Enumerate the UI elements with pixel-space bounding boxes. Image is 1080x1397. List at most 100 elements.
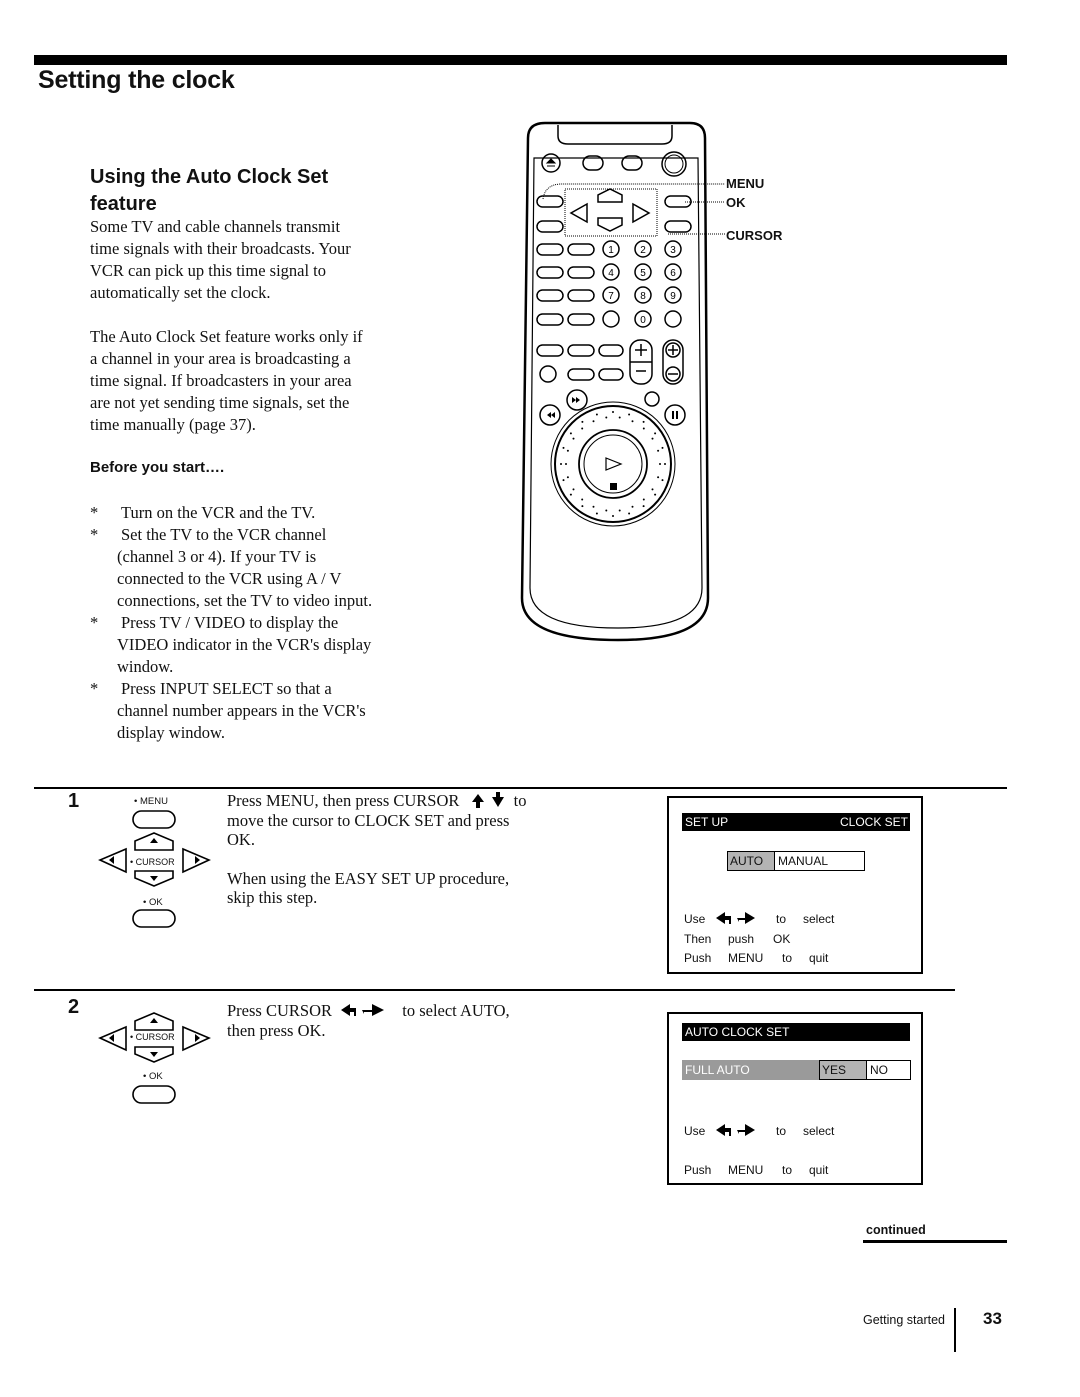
section-name: Getting started <box>863 1313 945 1327</box>
bullet-marker: * <box>90 503 99 522</box>
option-auto[interactable]: AUTO <box>728 852 775 870</box>
menu-callout-label: MENU <box>726 176 765 191</box>
jog-dot <box>569 493 572 496</box>
ok-button-label: • OK <box>143 1071 163 1082</box>
list-item: * Turn on the VCR and the TV. <box>90 503 316 522</box>
list-item: * Set the TV to the VCR channel (channel… <box>90 525 373 610</box>
footer-divider <box>954 1308 956 1352</box>
cursor-button-label: • CURSOR <box>130 857 175 867</box>
jog-dot <box>654 432 657 435</box>
key-label: 9 <box>670 291 676 302</box>
intro-line: VCR can pick up this time signal to <box>90 261 327 280</box>
jog-dot <box>618 416 621 419</box>
continued-label: continued <box>866 1223 926 1237</box>
note-line: are not yet sending time signals, set th… <box>90 393 350 412</box>
screen-header: AUTO CLOCK SET <box>682 1023 910 1041</box>
jog-dot <box>628 413 631 416</box>
menu-button-label: • MENU <box>134 796 168 807</box>
tv-screen-clock-set: SET UP CLOCK SET AUTO MANUAL Use to sele… <box>667 796 923 974</box>
page-number: 33 <box>983 1309 1002 1328</box>
option-yes[interactable]: YES <box>820 1061 867 1079</box>
note-line: time signal. If broadcasters in your are… <box>90 371 352 390</box>
tv-screen-auto-clock-set: AUTO CLOCK SET FULL AUTO YES NO Use to s… <box>667 1012 923 1185</box>
ok-button-icon <box>132 1085 176 1104</box>
jog-dot <box>612 411 614 413</box>
prerequisite-list: * Turn on the VCR and the TV. * Set the … <box>90 502 410 744</box>
menu-callout-line <box>542 183 725 200</box>
step-1-rule <box>34 787 1007 789</box>
jog-dot <box>569 432 572 435</box>
note-paragraph: The Auto Clock Set feature works only if… <box>90 326 400 436</box>
pause-button <box>664 404 686 426</box>
ok-callout-label: OK <box>726 195 746 210</box>
note-line: a channel in your area is broadcasting a <box>90 349 351 368</box>
cursor-callout-label: CURSOR <box>726 228 783 243</box>
jog-dots <box>560 411 666 517</box>
cursor-button-label: • CURSOR <box>130 1032 175 1042</box>
option-no[interactable]: NO <box>867 1061 888 1079</box>
minus-button <box>598 368 624 381</box>
callout-lines <box>542 183 725 235</box>
intro-line: time signals with their broadcasts. Your <box>90 239 351 258</box>
remote-window <box>557 125 673 145</box>
ok-button-label: • OK <box>143 897 163 908</box>
jog-dot <box>657 449 660 452</box>
option-manual[interactable]: MANUAL <box>775 852 828 870</box>
key-label: 1 <box>608 245 614 256</box>
jog-dot <box>605 509 608 512</box>
ok-button-icon <box>132 909 176 928</box>
stop-icon <box>610 483 617 490</box>
jog-outer-ring <box>550 401 676 527</box>
next-button <box>567 266 595 279</box>
before-you-start-heading: Before you start…. <box>90 459 225 476</box>
step-2-button-diagram <box>98 1012 211 1104</box>
bullet-marker: * <box>90 525 99 544</box>
jog-dot <box>631 420 634 423</box>
jog-dot <box>664 463 666 465</box>
jog-dot <box>562 446 565 449</box>
header-rule <box>34 55 1007 65</box>
jog-dot <box>605 416 608 419</box>
jog-dot <box>565 463 567 465</box>
list-item: * Press TV / VIDEO to display the VIDEO … <box>90 613 372 676</box>
full-auto-selector[interactable]: YES NO <box>819 1060 911 1080</box>
jog-dot <box>566 449 569 452</box>
jog-dot <box>651 488 654 491</box>
step-1-instructions: Press MENU, then press CURSOR to move th… <box>227 791 527 907</box>
play-icon <box>605 457 623 471</box>
key-label: 2 <box>640 245 646 256</box>
jog-dot <box>642 427 645 430</box>
intro-paragraph: Some TV and cable channels transmit time… <box>90 216 400 304</box>
key-label: 8 <box>640 291 646 302</box>
step-1-button-diagram <box>98 810 211 928</box>
prev-button <box>536 266 564 279</box>
step-number: 1 <box>68 790 80 812</box>
jog-dot <box>661 479 664 482</box>
screen-header: SET UP CLOCK SET <box>682 813 910 831</box>
eject-icon <box>545 158 557 167</box>
step-number: 2 <box>68 996 80 1018</box>
key-label: 0 <box>640 315 646 326</box>
jog-dot <box>595 413 598 416</box>
jog-dot <box>661 446 664 449</box>
jog-dot <box>642 505 645 508</box>
full-auto-row: FULL AUTO <box>682 1060 819 1080</box>
bullet-marker: * <box>90 679 99 698</box>
jog-dot <box>642 498 645 501</box>
left-right-arrows-icon <box>341 1004 385 1016</box>
plus-button <box>598 344 624 357</box>
clock-mode-selector[interactable]: AUTO MANUAL <box>727 851 865 871</box>
jog-dot <box>657 476 660 479</box>
note-line: time manually (page 37). <box>90 415 256 434</box>
jog-dot <box>560 463 562 465</box>
section-title: Using the Auto Clock Set feature <box>90 166 329 215</box>
step-2-rule <box>34 989 955 991</box>
up-down-arrows-icon <box>471 792 504 808</box>
jog-dot <box>659 463 661 465</box>
list-item: * Press INPUT SELECT so that a channel n… <box>90 679 366 742</box>
intro-line: automatically set the clock. <box>90 283 271 302</box>
jog-dot <box>642 420 645 423</box>
jog-dot <box>581 505 584 508</box>
jog-dot <box>581 427 584 430</box>
jog-dot <box>654 493 657 496</box>
